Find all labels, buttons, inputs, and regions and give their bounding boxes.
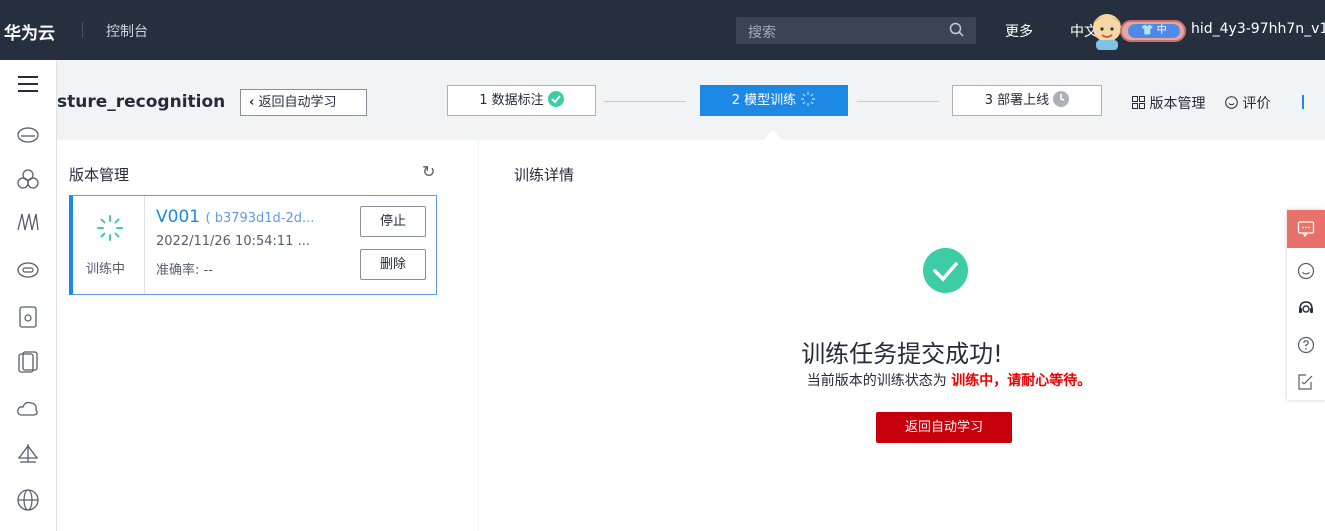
step-label: 2 模型训练 <box>731 93 797 108</box>
loading-icon <box>801 92 816 106</box>
divider <box>1302 95 1304 109</box>
version-time: 2022/11/26 10:54:11 ... <box>156 234 310 249</box>
left-nav <box>0 60 57 531</box>
step-label: 3 部署上线 <box>984 93 1050 108</box>
vip-badge[interactable]: 👕 中 <box>1120 20 1186 42</box>
multi-device-icon[interactable] <box>16 350 40 374</box>
stop-button[interactable]: 停止 <box>360 206 426 237</box>
smile-icon <box>1225 96 1238 109</box>
ship-icon[interactable] <box>16 442 40 466</box>
version-card[interactable]: 训练中 V001 ( b3793d1d-2d... 2022/11/26 10:… <box>69 195 437 295</box>
version-panel: 版本管理 ↻ 训练中 V001 ( b3793d1d-2d... 2022/11… <box>57 140 478 531</box>
floating-toolbar <box>1287 210 1325 400</box>
storage-icon[interactable] <box>16 258 40 282</box>
back-to-autolearning-button[interactable]: ‹ 返回自动学习 <box>240 89 367 116</box>
version-management-label: 版本管理 <box>1149 96 1206 112</box>
step-deploy[interactable]: 3 部署上线 <box>952 85 1102 116</box>
cloud-icon[interactable] <box>16 397 40 421</box>
training-detail-panel: 训练详情 训练任务提交成功! 当前版本的训练状态为 训练中，请耐心等待。 返回自… <box>479 140 1325 531</box>
search-input[interactable]: 搜索 <box>736 17 976 44</box>
success-check-icon <box>923 248 968 293</box>
search-icon[interactable] <box>948 21 966 39</box>
chat-button[interactable] <box>1287 210 1325 248</box>
delete-button[interactable]: 删除 <box>360 249 426 280</box>
return-to-autolearning-button[interactable]: 返回自动学习 <box>876 412 1012 443</box>
globe-icon[interactable] <box>16 488 40 512</box>
refresh-icon[interactable]: ↻ <box>422 162 435 181</box>
help-icon[interactable] <box>1297 336 1315 354</box>
search-placeholder: 搜索 <box>748 25 776 41</box>
cluster-icon[interactable] <box>16 167 40 191</box>
cloud-service-icon[interactable] <box>16 123 40 147</box>
device-icon[interactable] <box>16 305 40 329</box>
divider <box>82 22 83 38</box>
version-name[interactable]: V001 ( b3793d1d-2d... <box>156 207 314 227</box>
success-message: 训练任务提交成功! <box>801 340 1003 368</box>
more-menu[interactable]: 更多 <box>1005 21 1033 41</box>
check-circle-icon <box>547 91 564 107</box>
model-arts-icon[interactable] <box>16 210 40 234</box>
state-prefix: 当前版本的训练状态为 <box>806 373 952 389</box>
project-title: sture_recognition <box>57 92 226 112</box>
step-connector <box>604 101 686 102</box>
username[interactable]: hid_4y3-97hh7n_v1z <box>1191 21 1325 37</box>
card-status: 训练中 <box>73 196 145 294</box>
brand-logo[interactable]: 华为云 <box>4 19 55 44</box>
panel-title: 训练详情 <box>514 166 575 184</box>
top-bar: 华为云 控制台 搜索 更多 中文 👕 中 hid_4y3-97hh7n_v1z <box>0 0 1325 60</box>
accuracy-value: -- <box>203 263 213 278</box>
grid-icon <box>1132 96 1145 109</box>
training-state-line: 当前版本的训练状态为 训练中，请耐心等待。 <box>479 370 1325 390</box>
version-management-link[interactable]: 版本管理 <box>1132 93 1205 113</box>
back-button-label: 返回自动学习 <box>258 95 337 110</box>
training-status: 训练中 <box>86 262 126 277</box>
loading-icon <box>97 215 123 241</box>
version-id: ( b3793d1d-2d... <box>205 211 315 226</box>
step-label: 1 数据标注 <box>479 93 544 108</box>
clock-icon <box>1053 91 1070 107</box>
rate-link[interactable]: 评价 <box>1225 93 1270 113</box>
edit-note-icon[interactable] <box>1297 373 1315 391</box>
console-link[interactable]: 控制台 <box>106 21 148 41</box>
sub-header: sture_recognition ‹ 返回自动学习 1 数据标注 2 模型训练… <box>57 60 1325 142</box>
support-headset-icon[interactable] <box>1297 299 1315 317</box>
version-accuracy: 准确率: -- <box>156 259 213 278</box>
version-label: V001 <box>156 207 201 227</box>
state-highlight: 训练中，请耐心等待。 <box>951 373 1092 389</box>
menu-icon[interactable] <box>16 72 40 96</box>
chevron-left-icon: ‹ <box>249 95 255 110</box>
step-connector <box>857 101 939 102</box>
step-model-training[interactable]: 2 模型训练 <box>700 85 848 116</box>
chat-icon <box>1297 221 1315 238</box>
vip-label: 👕 中 <box>1128 24 1180 38</box>
feedback-smile-icon[interactable] <box>1297 262 1315 280</box>
rate-label: 评价 <box>1242 96 1271 112</box>
step-data-labeling[interactable]: 1 数据标注 <box>447 85 596 116</box>
accuracy-label: 准确率: <box>156 263 200 278</box>
panel-title: 版本管理 <box>69 166 130 184</box>
